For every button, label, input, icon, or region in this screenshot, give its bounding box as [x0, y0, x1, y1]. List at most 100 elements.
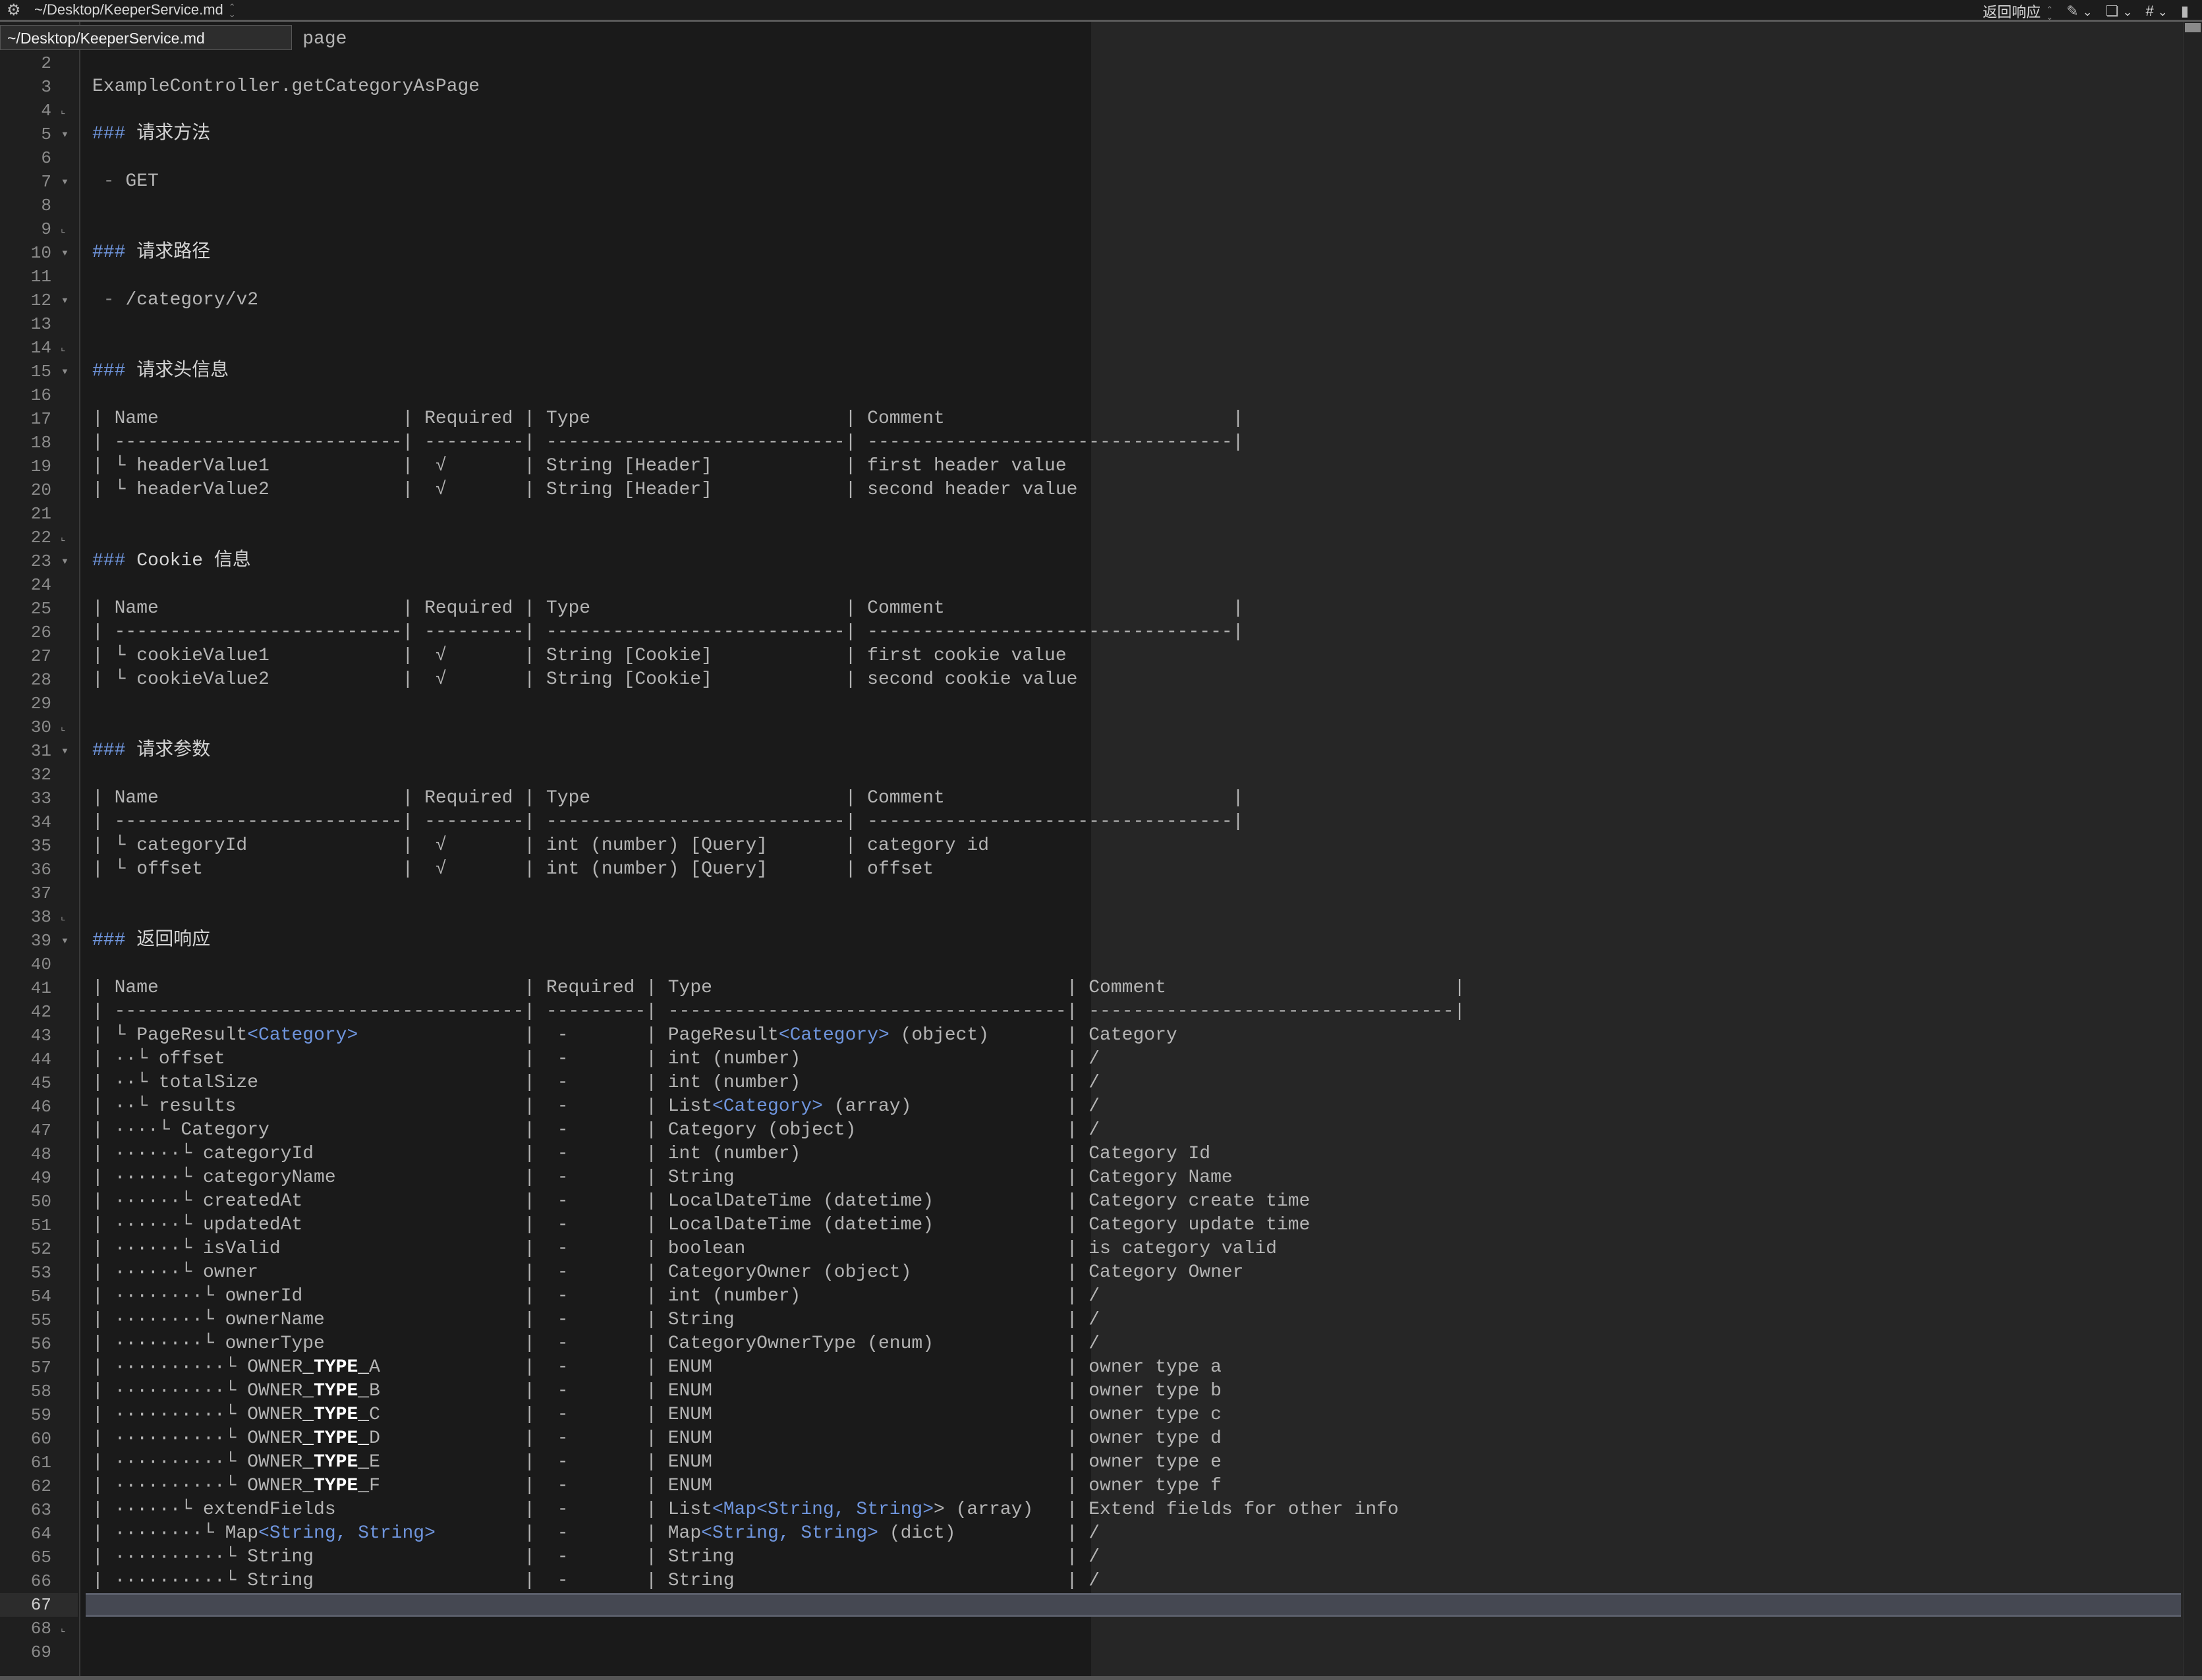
editor-line[interactable]: 10 ▼ ### 请求路径 — [0, 241, 2181, 265]
editor-line[interactable]: 58 | ··········└ OWNER_TYPE_B | - | ENUM | o… — [0, 1380, 2181, 1403]
editor-line[interactable]: 36 | └ offset | √ | int (number) [Query] | o… — [0, 858, 2181, 882]
editor-line[interactable]: 15 ▼ ### 请求头信息 — [0, 360, 2181, 383]
editor-line[interactable]: 43 | └ PageResult<Category> | - | PageResul… — [0, 1024, 2181, 1048]
file-path-selector[interactable]: ~/Desktop/KeeperService.md ⌃ ⌄ — [34, 1, 236, 18]
square-menu-button[interactable]: ❏ ⌄ — [2106, 3, 2133, 20]
fold-open-icon[interactable]: ▼ — [61, 929, 69, 953]
editor-line[interactable]: 68 ⌞ — [0, 1617, 2181, 1640]
editor-line[interactable]: 24 — [0, 573, 2181, 597]
text-segment: | - — [524, 1428, 569, 1449]
editor-line[interactable]: 44 | ··└ offset | - | int (number) | / — [0, 1048, 2181, 1071]
fold-end-icon[interactable]: ⌞ — [61, 526, 66, 549]
editor-line[interactable]: 25 | Name | Required | Type | Comment | — [0, 597, 2181, 621]
editor-line[interactable]: 39 ▼ ### 返回响应 — [0, 929, 2181, 953]
editor-line[interactable]: 45 | ··└ totalSize | - | int (number) | / — [0, 1071, 2181, 1095]
section-selector[interactable]: 返回响应 ⌃ ⌄ — [1983, 1, 2053, 22]
editor-line[interactable]: 6 — [0, 146, 2181, 170]
editor-line[interactable]: 38 ⌞ — [0, 905, 2181, 929]
hash-menu-button[interactable]: # ⌄ — [2146, 3, 2168, 20]
vertical-scrollbar[interactable] — [2183, 22, 2202, 1680]
fold-end-icon[interactable]: ⌞ — [61, 905, 66, 929]
editor-line[interactable]: 48 | ······└ categoryId | - | int (number) |… — [0, 1142, 2181, 1166]
table-cell: | - — [524, 1142, 568, 1166]
editor-line[interactable]: 32 — [0, 763, 2181, 787]
editor-line[interactable]: 37 — [0, 882, 2181, 905]
fold-open-icon[interactable]: ▼ — [61, 360, 69, 383]
editor-line[interactable]: 11 — [0, 265, 2181, 289]
editor-line[interactable]: 63 | ······└ extendFields | - | List<Map<St… — [0, 1498, 2181, 1522]
fold-open-icon[interactable]: ▼ — [61, 123, 69, 146]
editor-line[interactable]: 67 — [0, 1593, 2181, 1617]
editor-line[interactable]: 56 | ········└ ownerType | - | CategoryOwne… — [0, 1332, 2181, 1356]
fold-end-icon[interactable]: ⌞ — [61, 336, 66, 360]
fold-open-icon[interactable]: ▼ — [61, 549, 69, 573]
editor-line[interactable]: 3 ExampleController.getCategoryAsPage — [0, 75, 2181, 99]
editor-line[interactable]: 35 | └ categoryId | √ | int (number) [Query… — [0, 834, 2181, 858]
document-icon[interactable]: ▮ — [2181, 3, 2189, 20]
editor-line[interactable]: 31 ▼ ### 请求参数 — [0, 739, 2181, 763]
editor-line[interactable]: 23 ▼ ### Cookie 信息 — [0, 549, 2181, 573]
editor-line[interactable]: 52 | ······└ isValid | - | boolean | is cate… — [0, 1237, 2181, 1261]
pin-menu-button[interactable]: ✎ ⌄ — [2066, 3, 2093, 20]
editor-line[interactable]: 28 | └ cookieValue2 | √ | String [Cookie] | … — [0, 668, 2181, 692]
editor-line[interactable]: 8 — [0, 194, 2181, 217]
fold-open-icon[interactable]: ▼ — [61, 289, 69, 312]
editor-line[interactable]: 2 — [0, 51, 2181, 75]
fold-end-icon[interactable]: ⌞ — [61, 715, 66, 739]
editor-line[interactable]: 42 | ------------------------------------… — [0, 1000, 2181, 1024]
editor-line[interactable]: 50 | ······└ createdAt | - | LocalDateTime … — [0, 1190, 2181, 1214]
fold-end-icon[interactable]: ⌞ — [61, 217, 66, 241]
editor-line[interactable]: 55 | ········└ ownerName | - | String | / — [0, 1308, 2181, 1332]
editor-line[interactable]: 18 | -------------------------- | --------… — [0, 431, 2181, 455]
editor-line[interactable]: 41 | Name | Required | Type | Comment | — [0, 976, 2181, 1000]
editor-line[interactable]: 21 — [0, 502, 2181, 526]
editor-line[interactable]: 51 | ······└ updatedAt | - | LocalDateTime … — [0, 1214, 2181, 1237]
editor-line[interactable]: 14 ⌞ — [0, 336, 2181, 360]
editor-line[interactable]: 12 ▼ - /category/v2 — [0, 289, 2181, 312]
table-cell: | — [1233, 787, 1244, 810]
fold-open-icon[interactable]: ▼ — [61, 241, 69, 265]
editor-line[interactable]: 17 | Name | Required | Type | Comment | — [0, 407, 2181, 431]
editor-line[interactable]: 46 | ··└ results | - | List<Category> (arra… — [0, 1095, 2181, 1119]
editor-line[interactable]: 20 | └ headerValue2 | √ | String [Header] | … — [0, 478, 2181, 502]
text-segment: | ··········└ OWNER — [92, 1405, 303, 1425]
table-cell: | Comment — [1067, 976, 1166, 1000]
fold-open-icon[interactable]: ▼ — [61, 739, 69, 763]
editor-line[interactable]: 9 ⌞ — [0, 217, 2181, 241]
editor-line[interactable]: 19 | └ headerValue1 | √ | String [Header] | … — [0, 455, 2181, 478]
editor-line[interactable]: 40 — [0, 953, 2181, 976]
editor-line[interactable]: 65 | ··········└ String | - | String | / — [0, 1546, 2181, 1569]
editor-line[interactable]: 33 | Name | Required | Type | Comment | — [0, 787, 2181, 810]
editor-line[interactable]: 4 ⌞ — [0, 99, 2181, 123]
editor-line[interactable]: 54 | ········└ ownerId | - | int (number) | … — [0, 1285, 2181, 1308]
editor-line[interactable]: 30 ⌞ — [0, 715, 2181, 739]
editor-line[interactable]: 22 ⌞ — [0, 526, 2181, 549]
editor-line[interactable]: 16 — [0, 383, 2181, 407]
fold-open-icon[interactable]: ▼ — [61, 170, 69, 194]
editor-line[interactable]: 26 | -------------------------- | --------… — [0, 621, 2181, 644]
editor-line[interactable]: 69 — [0, 1640, 2181, 1664]
fold-end-icon[interactable]: ⌞ — [61, 99, 66, 123]
editor-line[interactable]: 53 | ······└ owner | - | CategoryOwner (obj… — [0, 1261, 2181, 1285]
editor-line[interactable]: 47 | ····└ Category | - | Category (object)… — [0, 1119, 2181, 1142]
table-cell: | Type — [646, 976, 712, 1000]
gear-icon[interactable]: ⚙ — [7, 1, 21, 20]
markdown-editor[interactable]: 1 gory as page23ExampleController.getCat… — [0, 22, 2202, 1680]
editor-line[interactable]: 66 | ··········└ String | - | String | / — [0, 1569, 2181, 1593]
editor-line[interactable]: 59 | ··········└ OWNER_TYPE_C | - | ENUM | o… — [0, 1403, 2181, 1427]
scrollbar-thumb[interactable] — [2185, 23, 2201, 32]
editor-line[interactable]: 29 — [0, 692, 2181, 715]
editor-line[interactable]: 49 | ······└ categoryName | - | String | Cat… — [0, 1166, 2181, 1190]
editor-line[interactable]: 60 | ··········└ OWNER_TYPE_D | - | ENUM | o… — [0, 1427, 2181, 1451]
editor-line[interactable]: 13 — [0, 312, 2181, 336]
editor-line[interactable]: 27 | └ cookieValue1 | √ | String [Cookie] | … — [0, 644, 2181, 668]
fold-end-icon[interactable]: ⌞ — [61, 1617, 66, 1640]
editor-line[interactable]: 1 gory as page — [0, 28, 2181, 51]
editor-line[interactable]: 57 | ··········└ OWNER_TYPE_A | - | ENUM | o… — [0, 1356, 2181, 1380]
editor-line[interactable]: 7 ▼ - GET — [0, 170, 2181, 194]
editor-line[interactable]: 64 | ········└ Map<String, String> | - | Ma… — [0, 1522, 2181, 1546]
editor-line[interactable]: 62 | ··········└ OWNER_TYPE_F | - | ENUM | o… — [0, 1474, 2181, 1498]
editor-line[interactable]: 61 | ··········└ OWNER_TYPE_E | - | ENUM | o… — [0, 1451, 2181, 1474]
editor-line[interactable]: 5 ▼ ### 请求方法 — [0, 123, 2181, 146]
editor-line[interactable]: 34 | -------------------------- | --------… — [0, 810, 2181, 834]
